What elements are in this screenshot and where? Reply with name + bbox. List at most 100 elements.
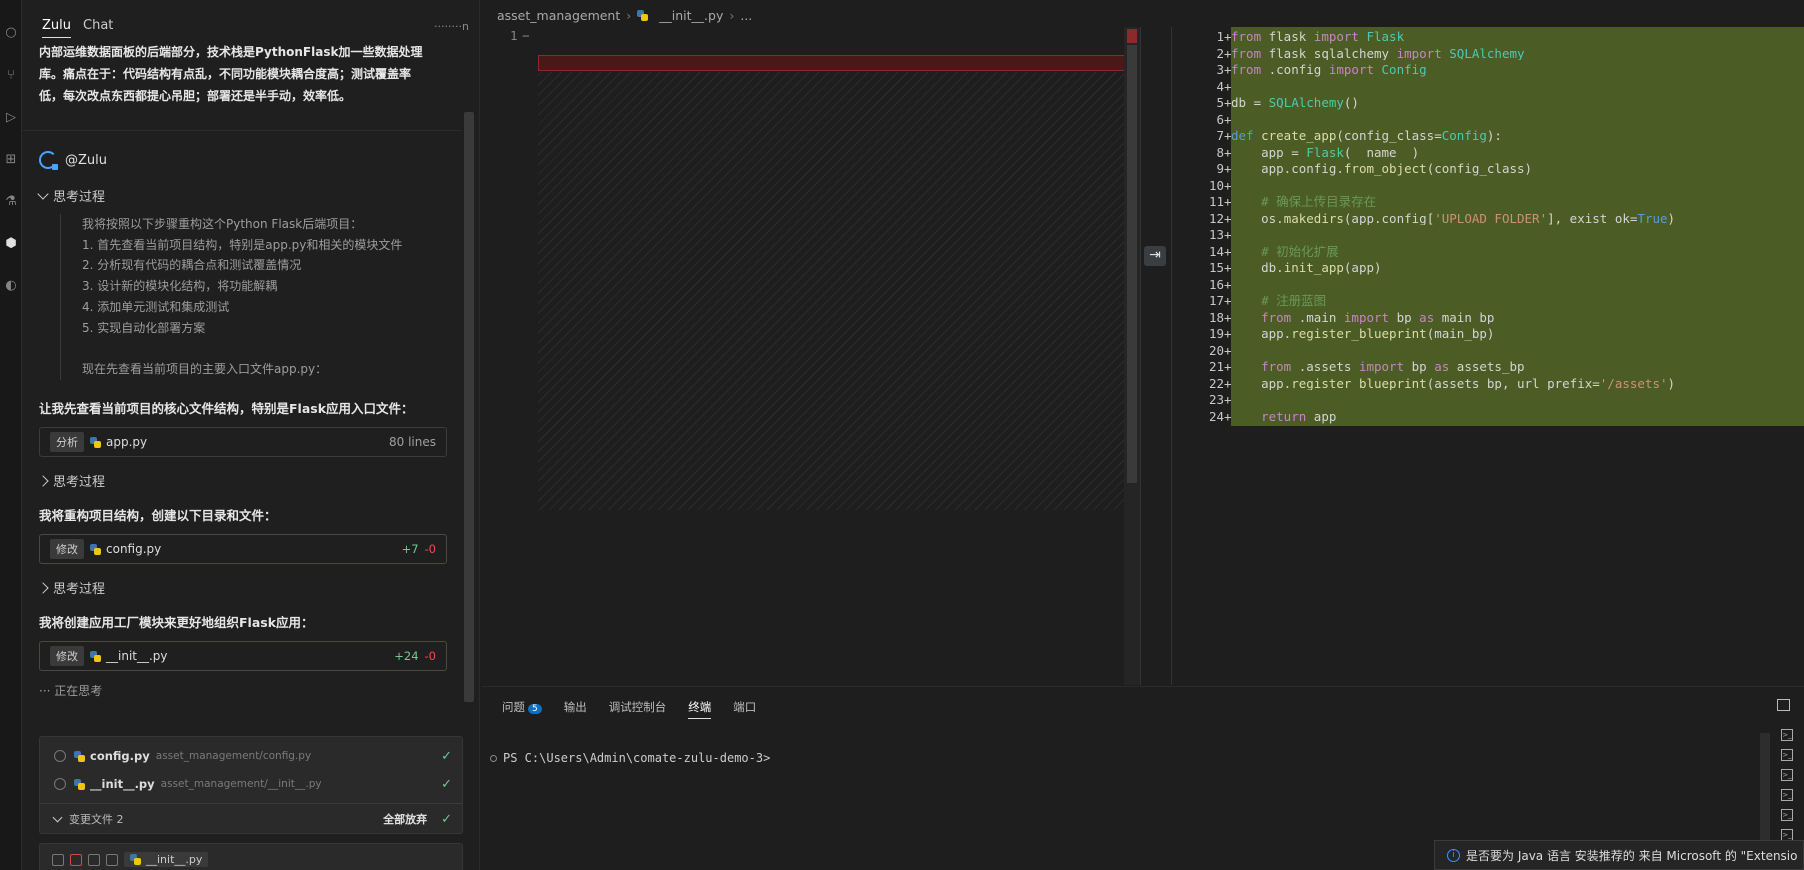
panel-tabs: 问题 5 输出 调试控制台 终端 端口 bbox=[502, 699, 756, 719]
chevron-right-icon: › bbox=[626, 8, 632, 23]
image-icon[interactable] bbox=[106, 853, 118, 866]
chat-input-box[interactable]: __init__.py bbox=[39, 843, 463, 870]
context-file-name: __init__.py bbox=[146, 853, 203, 866]
accept-check-icon[interactable]: ✓ bbox=[441, 749, 452, 764]
tab-chat[interactable]: Chat bbox=[83, 18, 113, 38]
revert-change-arrow-icon[interactable]: ⇥ bbox=[1144, 246, 1166, 266]
user-message-line: 低，每次改点东西都提心吊胆；部署还是半手动，效率低。 bbox=[39, 89, 352, 103]
thinking-toggle-collapsed[interactable]: 思考过程 bbox=[37, 578, 105, 597]
thinking-toggle-collapsed[interactable]: 思考过程 bbox=[37, 471, 105, 490]
removed-marker-ruler bbox=[1127, 29, 1137, 43]
remote-icon[interactable]: ◐ bbox=[3, 278, 19, 294]
python-file-icon bbox=[74, 750, 85, 762]
testing-icon[interactable]: ⚗ bbox=[3, 194, 19, 210]
changed-files-panel: config.py asset_management/config.py ✓ _… bbox=[39, 736, 463, 834]
changed-file-row[interactable]: config.py asset_management/config.py ✓ bbox=[54, 743, 452, 769]
ruler-region bbox=[1127, 45, 1137, 483]
tab-output[interactable]: 输出 bbox=[564, 699, 587, 719]
modify-file-card[interactable]: 修改 config.py +7 -0 bbox=[39, 534, 447, 564]
chevron-down-icon[interactable] bbox=[52, 812, 63, 822]
changed-file-row[interactable]: __init__.py asset_management/__init__.py… bbox=[54, 771, 452, 797]
python-file-icon bbox=[90, 436, 101, 448]
thinking-content: 我将按照以下步骤重构这个Python Flask后端项目： 1. 首先查看当前项… bbox=[60, 214, 460, 380]
user-name: ········n bbox=[434, 20, 469, 33]
accept-check-icon[interactable]: ✓ bbox=[441, 777, 452, 792]
python-file-icon bbox=[90, 543, 101, 555]
context-chip[interactable]: __init__.py bbox=[124, 852, 209, 867]
python-file-icon bbox=[90, 650, 101, 662]
tool-icon[interactable] bbox=[52, 853, 64, 866]
thinking-line bbox=[82, 338, 460, 359]
empty-diff-region bbox=[538, 72, 1134, 510]
diff-gutter bbox=[1140, 27, 1172, 685]
thinking-toggle-expanded[interactable]: 思考过程 bbox=[37, 186, 105, 205]
add-context-icon[interactable] bbox=[88, 853, 100, 866]
notification-toast[interactable]: i 是否要为 Java 语言 安装推荐的 来自 Microsoft 的 "Ext… bbox=[1434, 840, 1804, 870]
extensions-icon[interactable]: ⊞ bbox=[3, 152, 19, 168]
diff-modified-pane[interactable]: 1 + from flask import Flask 2 + from flask_sq… bbox=[1172, 27, 1804, 685]
message-divider bbox=[22, 130, 462, 131]
changed-file-path: asset_management/__init__.py bbox=[160, 778, 322, 790]
card-line-count: 80 lines bbox=[389, 435, 436, 449]
assistant-step-text: 我将重构项目结构，创建以下目录和文件： bbox=[39, 508, 277, 523]
run-debug-icon[interactable]: ▷ bbox=[3, 110, 19, 126]
card-tag: 修改 bbox=[50, 539, 84, 559]
tab-problems[interactable]: 问题 5 bbox=[502, 699, 542, 719]
discard-all-button[interactable]: 全部放弃 bbox=[383, 811, 427, 827]
python-file-icon bbox=[74, 778, 85, 790]
tab-zulu[interactable]: Zulu bbox=[42, 18, 71, 38]
terminal-icon[interactable]: >_ bbox=[1781, 769, 1793, 781]
tab-debug-console[interactable]: 调试控制台 bbox=[609, 699, 667, 719]
tab-problems-label: 问题 bbox=[502, 700, 525, 714]
source-control-icon[interactable]: ⑂ bbox=[3, 68, 19, 84]
chat-scrollbar[interactable] bbox=[464, 112, 474, 702]
terminal-icon[interactable]: >_ bbox=[1781, 749, 1793, 761]
changed-files-count: 变更文件 2 bbox=[69, 813, 124, 826]
input-toolbar: __init__.py bbox=[52, 852, 209, 867]
info-icon: i bbox=[1447, 848, 1460, 862]
stop-icon[interactable] bbox=[70, 853, 82, 866]
python-file-icon bbox=[637, 10, 649, 21]
diff-original-pane[interactable]: 1 − bbox=[482, 27, 1140, 685]
user-message: 内部运维数据面板的后端部分，技术栈是PythonFlask加一些数据处理 库。痛… bbox=[39, 41, 469, 107]
python-file-icon bbox=[130, 854, 141, 865]
thinking-line: 我将按照以下步骤重构这个Python Flask后端项目： bbox=[82, 217, 363, 231]
breadcrumb-folder[interactable]: asset_management bbox=[497, 8, 620, 23]
changed-files-footer: 变更文件 2 全部放弃 ✓ bbox=[52, 807, 452, 831]
problems-count-badge: 5 bbox=[528, 704, 542, 714]
accept-all-check-icon[interactable]: ✓ bbox=[441, 812, 452, 827]
tab-terminal[interactable]: 终端 bbox=[688, 699, 712, 719]
search-icon[interactable]: ○ bbox=[3, 25, 19, 41]
breadcrumb: asset_management › __init__.py › ... bbox=[497, 8, 752, 23]
command-decoration-icon bbox=[490, 754, 497, 762]
terminal-prompt-line[interactable]: PS C:\Users\Admin\comate-zulu-demo-3> bbox=[490, 751, 770, 765]
diff-overview-ruler bbox=[1124, 27, 1140, 685]
lines-removed: -0 bbox=[424, 649, 436, 663]
edit-icon bbox=[54, 778, 66, 790]
activity-bar: ○ ⑂ ▷ ⊞ ⚗ ⬢ ◐ bbox=[0, 0, 22, 870]
chevron-down-icon bbox=[37, 187, 49, 200]
chevron-right-icon: › bbox=[729, 8, 735, 23]
layout-toggle-icon[interactable] bbox=[1777, 699, 1790, 711]
changed-file-name: __init__.py bbox=[90, 777, 155, 791]
agent-name: @Zulu bbox=[65, 152, 107, 168]
analyze-file-card[interactable]: 分析 app.py 80 lines bbox=[39, 427, 447, 457]
card-file-name: config.py bbox=[106, 542, 162, 556]
terminal-icon[interactable]: >_ bbox=[1781, 729, 1793, 741]
chat-panel: Zulu Chat ········n 内部运维数据面板的后端部分，技术栈是Py… bbox=[22, 0, 480, 870]
code-line[interactable]: 24 + return app bbox=[1172, 406, 1804, 426]
breadcrumb-more[interactable]: ... bbox=[740, 8, 752, 23]
user-message-line: 库。痛点在于：代码结构有点乱，不同功能模块耦合度高；测试覆盖率 bbox=[39, 67, 412, 81]
line-number: 1 bbox=[510, 28, 518, 43]
modify-file-card[interactable]: 修改 __init__.py +24 -0 bbox=[39, 641, 447, 671]
terminal-icon[interactable]: >_ bbox=[1781, 789, 1793, 801]
terminal-icon[interactable]: >_ bbox=[1781, 809, 1793, 821]
thinking-line: 3. 设计新的模块化结构，将功能解耦 bbox=[82, 279, 278, 294]
zulu-extension-icon[interactable]: ⬢ bbox=[3, 236, 19, 252]
chevron-right-icon bbox=[37, 474, 49, 487]
removed-marker: − bbox=[522, 28, 530, 43]
breadcrumb-file[interactable]: __init__.py bbox=[659, 8, 723, 23]
terminal-list: >_ >_ >_ >_ >_ >_ bbox=[1776, 729, 1798, 849]
tab-ports[interactable]: 端口 bbox=[733, 699, 756, 719]
edit-icon bbox=[54, 750, 66, 762]
